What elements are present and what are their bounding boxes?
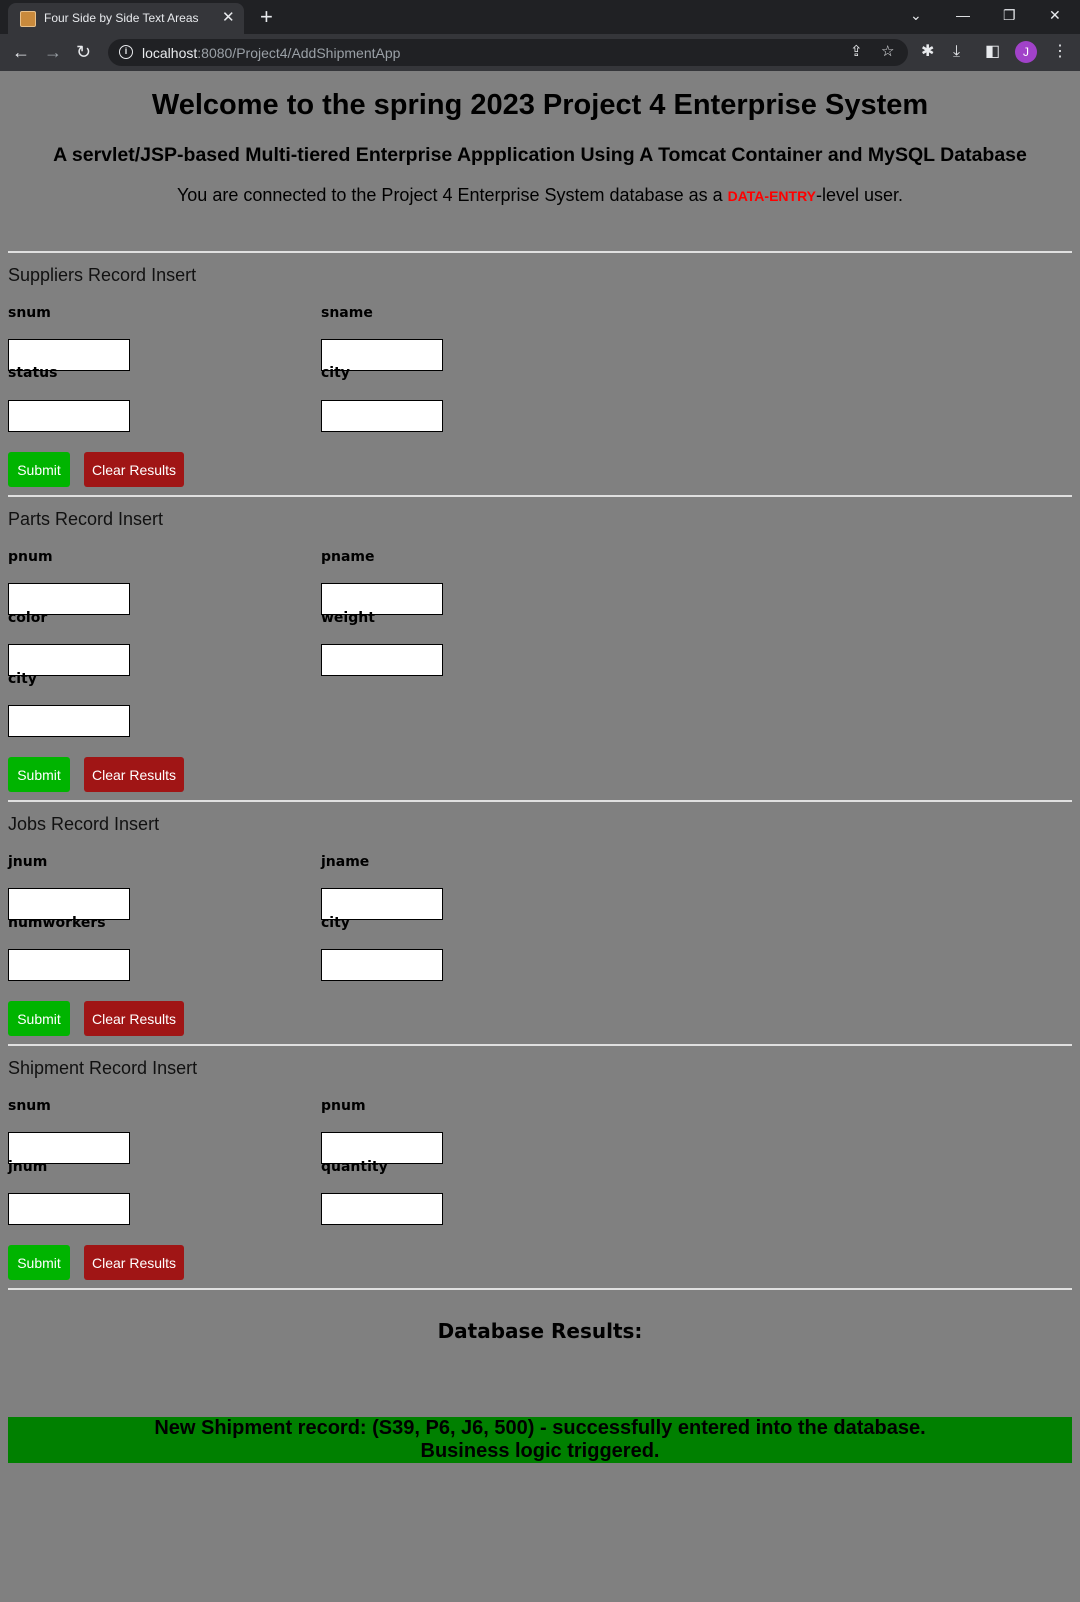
suppliers-snum-label: snum xyxy=(8,305,51,321)
divider xyxy=(8,1044,1072,1046)
suppliers-submit-button[interactable]: Submit xyxy=(8,452,70,487)
jobs-numworkers-input[interactable] xyxy=(8,949,130,981)
parts-pname-label: pname xyxy=(321,549,375,565)
parts-city-label: city xyxy=(8,671,37,687)
jobs-city-input[interactable] xyxy=(321,949,443,981)
download-icon[interactable]: ⤓ xyxy=(953,41,960,63)
user-role: DATA-ENTRY xyxy=(727,188,817,204)
suppliers-section-title: Suppliers Record Insert xyxy=(8,265,197,285)
tab-title: Four Side by Side Text Areas xyxy=(44,11,199,25)
suppliers-status-input[interactable] xyxy=(8,400,130,432)
extensions-icon[interactable]: ✱ xyxy=(921,41,934,63)
parts-city-input[interactable] xyxy=(8,705,130,737)
parts-submit-button[interactable]: Submit xyxy=(8,757,70,792)
divider xyxy=(8,251,1072,253)
page-title: Welcome to the spring 2023 Project 4 Ent… xyxy=(151,89,929,121)
shipment-quantity-input[interactable] xyxy=(321,1193,443,1225)
suppliers-city-label: city xyxy=(321,365,350,381)
new-tab-icon[interactable]: + xyxy=(260,4,273,30)
profile-avatar[interactable]: J xyxy=(1015,41,1037,63)
parts-pnum-label: pnum xyxy=(8,549,53,565)
shipment-pnum-label: pnum xyxy=(321,1098,366,1114)
reload-icon[interactable]: ↻ xyxy=(76,40,91,64)
suppliers-clear-button[interactable]: Clear Results xyxy=(84,452,184,487)
parts-weight-input[interactable] xyxy=(321,644,443,676)
browser-tab[interactable]: Four Side by Side Text Areas ✕ xyxy=(8,3,244,34)
tab-search-icon[interactable]: ⌄ xyxy=(910,4,922,26)
jobs-city-label: city xyxy=(321,915,350,931)
shipment-jnum-input[interactable] xyxy=(8,1193,130,1225)
site-info-icon[interactable]: i xyxy=(119,45,133,59)
jobs-jnum-label: jnum xyxy=(8,854,48,870)
favicon-icon xyxy=(20,11,36,27)
share-icon[interactable]: ⇪ xyxy=(850,43,863,61)
jobs-submit-button[interactable]: Submit xyxy=(8,1001,70,1036)
parts-clear-button[interactable]: Clear Results xyxy=(84,757,184,792)
parts-color-label: color xyxy=(8,610,48,626)
result-message: New Shipment record: (S39, P6, J6, 500) … xyxy=(8,1417,1072,1463)
restore-icon[interactable]: ❐ xyxy=(1003,4,1016,26)
result-line-1: New Shipment record: (S39, P6, J6, 500) … xyxy=(154,1417,926,1439)
shipment-submit-button[interactable]: Submit xyxy=(8,1245,70,1280)
jobs-section-title: Jobs Record Insert xyxy=(8,814,160,834)
jobs-clear-button[interactable]: Clear Results xyxy=(84,1001,184,1036)
jobs-jname-label: jname xyxy=(321,854,370,870)
side-panel-icon[interactable]: ◧ xyxy=(985,41,1000,63)
result-line-2: Business logic triggered. xyxy=(420,1440,660,1462)
forward-icon[interactable]: → xyxy=(44,40,62,64)
suppliers-status-label: status xyxy=(8,365,58,381)
suppliers-city-input[interactable] xyxy=(321,400,443,432)
shipment-quantity-label: quantity xyxy=(321,1159,388,1175)
shipment-snum-label: snum xyxy=(8,1098,51,1114)
back-icon[interactable]: ← xyxy=(12,40,30,64)
parts-weight-label: weight xyxy=(321,610,375,626)
divider xyxy=(8,1288,1072,1290)
url-text[interactable]: localhost:8080/Project4/AddShipmentApp xyxy=(142,45,400,61)
jobs-numworkers-label: numworkers xyxy=(8,915,106,931)
connection-status: You are connected to the Project 4 Enter… xyxy=(176,185,904,205)
minimize-icon[interactable]: — xyxy=(956,4,970,26)
address-bar[interactable]: i localhost:8080/Project4/AddShipmentApp… xyxy=(108,39,908,66)
results-title: Database Results: xyxy=(437,1319,643,1343)
parts-section-title: Parts Record Insert xyxy=(8,509,164,529)
close-window-icon[interactable]: ✕ xyxy=(1049,4,1061,26)
page-content: Welcome to the spring 2023 Project 4 Ent… xyxy=(0,71,1080,1602)
suppliers-sname-label: sname xyxy=(321,305,373,321)
page-subtitle: A servlet/JSP-based Multi-tiered Enterpr… xyxy=(53,144,1027,166)
browser-toolbar: ← → ↻ i localhost:8080/Project4/AddShipm… xyxy=(0,34,1080,71)
divider xyxy=(8,800,1072,802)
shipment-section-title: Shipment Record Insert xyxy=(8,1058,198,1078)
browser-titlebar: Four Side by Side Text Areas ✕ + ⌄ — ❐ ✕ xyxy=(0,0,1080,34)
shipment-clear-button[interactable]: Clear Results xyxy=(84,1245,184,1280)
bookmark-star-icon[interactable]: ☆ xyxy=(881,43,894,61)
close-tab-icon[interactable]: ✕ xyxy=(222,8,235,28)
menu-icon[interactable]: ⋮ xyxy=(1052,41,1068,63)
shipment-jnum-label: jnum xyxy=(8,1159,48,1175)
divider xyxy=(8,495,1072,497)
